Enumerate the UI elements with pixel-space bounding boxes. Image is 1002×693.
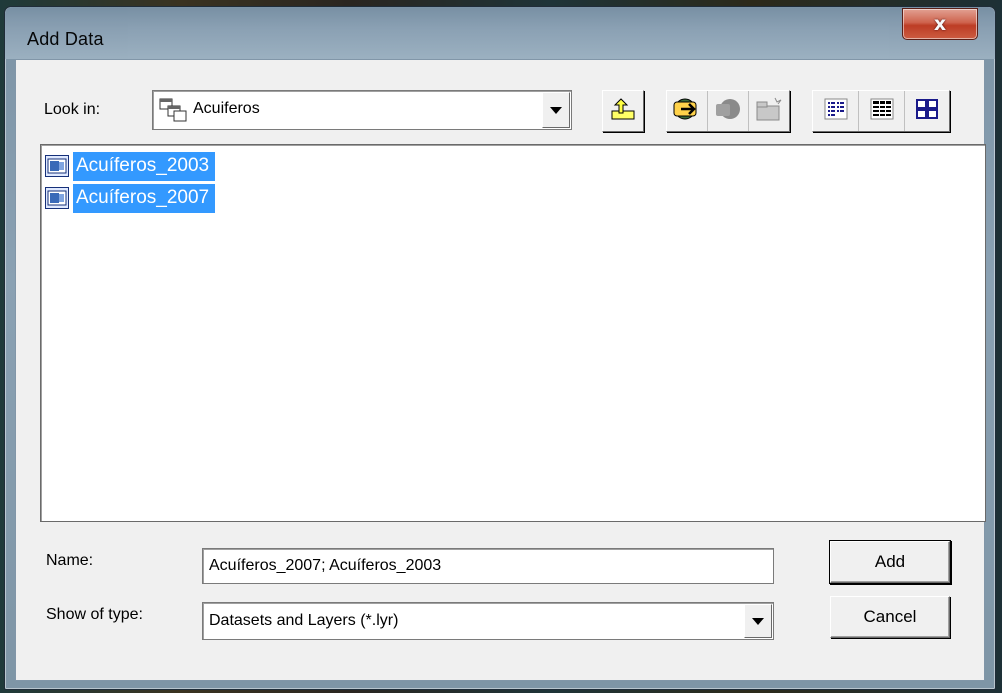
add-data-dialog: Add Data x Look in: Acuiferos Acuíferos_…: [4, 6, 996, 690]
map-layer-icon: [45, 155, 69, 177]
look-in-label: Look in:: [44, 101, 101, 118]
details-view-button[interactable]: [859, 91, 905, 131]
list-item[interactable]: Acuíferos_2003: [45, 151, 216, 181]
view-mode-group: [812, 90, 950, 132]
list-view-button[interactable]: [813, 91, 859, 131]
map-layer-icon: [45, 187, 69, 209]
list-view-icon: [824, 98, 848, 125]
close-icon: x: [933, 13, 947, 35]
up-folder-icon: [610, 97, 636, 126]
show-of-type-label: Show of type:: [46, 606, 143, 623]
show-of-type-select[interactable]: Datasets and Layers (*.lyr): [202, 602, 774, 640]
list-item[interactable]: Acuíferos_2007: [45, 183, 216, 213]
details-view-icon: [870, 98, 894, 125]
thumbnails-view-icon: [915, 98, 939, 125]
disconnect-folder-icon: [714, 96, 742, 127]
new-folder-button[interactable]: [749, 91, 789, 131]
look-in-value: Acuiferos: [193, 100, 260, 117]
connect-to-folder-button[interactable]: [667, 91, 708, 131]
thumbnails-view-button[interactable]: [905, 91, 949, 131]
disconnect-folder-button[interactable]: [708, 91, 749, 131]
chevron-down-icon: [550, 106, 562, 114]
cancel-button[interactable]: Cancel: [830, 596, 950, 638]
file-name: Acuíferos_2003: [73, 151, 216, 181]
dialog-title: Add Data: [27, 29, 104, 49]
close-button[interactable]: x: [902, 8, 978, 40]
connect-folder-icon: [672, 96, 702, 127]
cancel-button-label: Cancel: [863, 607, 917, 626]
add-button[interactable]: Add: [830, 541, 950, 583]
folder-actions-group: [666, 90, 790, 132]
new-folder-icon: [755, 96, 783, 127]
title-bar[interactable]: Add Data x: [5, 7, 995, 59]
show-of-type-value: Datasets and Layers (*.lyr): [209, 612, 399, 629]
name-field[interactable]: Acuíferos_2007; Acuíferos_2003: [202, 548, 774, 584]
add-button-label: Add: [874, 552, 906, 571]
show-of-type-dropdown-button[interactable]: [744, 604, 772, 638]
chevron-down-icon: [752, 617, 764, 625]
dialog-client-area: Look in: Acuiferos Acuíferos_2003 Acuífe…: [15, 59, 986, 681]
file-list[interactable]: Acuíferos_2003 Acuíferos_2007: [40, 144, 986, 522]
file-name: Acuíferos_2007: [73, 183, 216, 213]
up-one-level-button[interactable]: [602, 90, 644, 132]
name-label: Name:: [46, 552, 94, 569]
look-in-combo[interactable]: Acuiferos: [152, 90, 572, 130]
folder-tree-icon: [159, 98, 187, 127]
name-value: Acuíferos_2007; Acuíferos_2003: [209, 557, 442, 574]
look-in-dropdown-button[interactable]: [542, 92, 570, 128]
